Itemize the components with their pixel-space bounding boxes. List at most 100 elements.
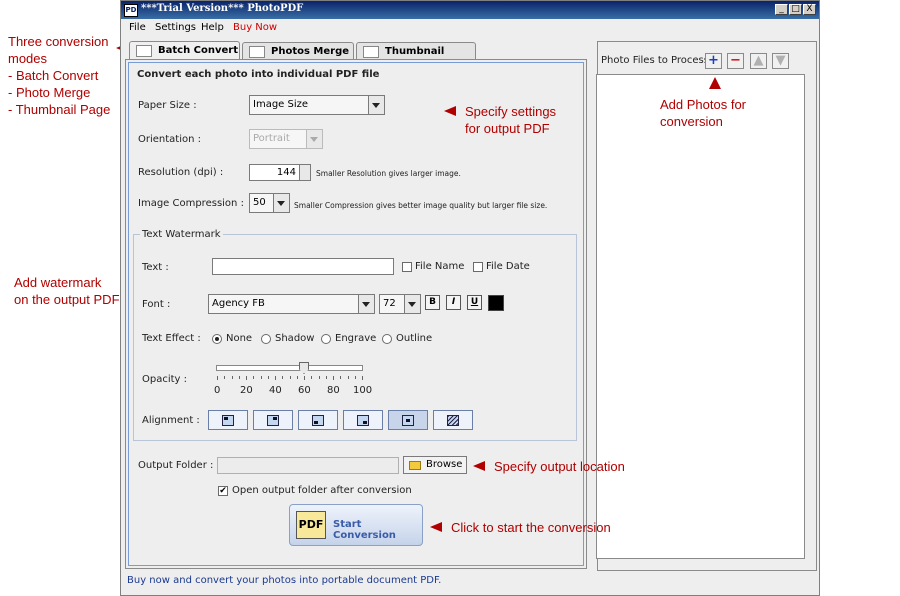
tab-photos-merge[interactable]: Photos Merge — [242, 42, 354, 59]
annotation-settings: Specify settings for output PDF — [465, 103, 556, 137]
browse-button[interactable]: Browse — [403, 456, 467, 474]
font-size-value: 72 — [383, 298, 396, 309]
underline-button[interactable]: U — [467, 295, 482, 310]
orientation-select[interactable]: Portrait — [249, 129, 323, 149]
pdf-icon: PDF — [296, 511, 326, 539]
annotation-line: - Batch Convert — [8, 68, 99, 83]
app-icon: PD — [124, 4, 138, 17]
opacity-slider[interactable] — [212, 360, 368, 400]
bold-button[interactable]: B — [425, 295, 440, 310]
effect-outline-radio[interactable] — [382, 334, 392, 344]
watermark-text-input[interactable] — [212, 258, 394, 275]
file-date-checkbox[interactable] — [473, 262, 483, 272]
file-date-label: File Date — [486, 261, 530, 272]
align-top-left-icon — [222, 415, 234, 426]
slider-tick — [289, 376, 291, 379]
window-title: ***Trial Version*** PhotoPDF — [141, 3, 304, 14]
slider-tick — [260, 376, 262, 379]
maximize-button[interactable]: □ — [789, 4, 802, 15]
chevron-down-icon[interactable] — [368, 96, 384, 114]
align-bottom-left-button[interactable] — [298, 410, 338, 430]
move-down-button[interactable]: ▼ — [772, 53, 789, 69]
thumbnail-page-icon — [363, 46, 379, 58]
tab-batch-convert[interactable]: Batch Convert — [129, 41, 240, 60]
font-select[interactable]: Agency FB — [208, 294, 375, 314]
opacity-tick-label: 80 — [327, 385, 340, 396]
minimize-button[interactable]: _ — [775, 4, 788, 15]
align-top-right-button[interactable] — [253, 410, 293, 430]
opacity-tick-label: 60 — [298, 385, 311, 396]
align-bottom-right-button[interactable] — [343, 410, 383, 430]
remove-photo-button[interactable]: − — [727, 53, 744, 69]
annotation-output: Specify output location — [494, 459, 625, 474]
annotation-line: for output PDF — [465, 121, 550, 136]
chevron-down-icon[interactable] — [306, 130, 322, 148]
chevron-down-icon[interactable] — [273, 194, 289, 212]
annotation-start: Click to start the conversion — [451, 520, 611, 535]
compression-select[interactable]: 50 — [249, 193, 290, 213]
resolution-spinner[interactable]: 144 — [249, 164, 311, 181]
font-size-select[interactable]: 72 — [379, 294, 421, 314]
opacity-tick-label: 0 — [214, 385, 221, 396]
open-folder-checkbox[interactable]: ✔ — [218, 486, 228, 496]
opacity-tick-label: 100 — [353, 385, 373, 396]
slider-tick — [231, 376, 233, 379]
slider-tick — [354, 376, 356, 379]
effect-shadow-radio[interactable] — [261, 334, 271, 344]
menu-bar: File Settings Help Buy Now — [121, 19, 819, 37]
tab-label: Batch Convert — [158, 45, 239, 56]
annotation-watermark: Add watermark on the output PDF — [14, 274, 120, 308]
photo-files-title: Photo Files to Process — [601, 55, 709, 66]
menu-file[interactable]: File — [129, 22, 146, 33]
compression-value: 50 — [253, 197, 266, 208]
slider-tick — [333, 376, 334, 380]
chevron-down-icon[interactable] — [404, 295, 420, 313]
effect-shadow-label: Shadow — [275, 333, 315, 344]
close-button[interactable]: X — [803, 4, 816, 15]
align-tile-button[interactable] — [433, 410, 473, 430]
align-top-right-icon — [267, 415, 279, 426]
file-name-checkbox[interactable] — [402, 262, 412, 272]
photos-merge-icon — [249, 46, 265, 58]
annotation-line: Add watermark — [14, 275, 102, 290]
annotation-line: conversion — [660, 114, 723, 129]
spinner-arrows-icon[interactable] — [299, 165, 310, 180]
annotation-line: Specify settings — [465, 104, 557, 119]
browse-label: Browse — [426, 459, 463, 470]
slider-thumb[interactable] — [299, 362, 309, 374]
folder-icon — [409, 461, 421, 470]
effect-engrave-radio[interactable] — [321, 334, 331, 344]
annotation-arrow-start — [430, 522, 442, 532]
photo-files-list[interactable] — [596, 74, 805, 559]
output-folder-input[interactable] — [217, 457, 399, 474]
output-folder-label: Output Folder : — [138, 460, 214, 471]
annotation-line: on the output PDF — [14, 292, 120, 307]
orientation-label: Orientation : — [138, 134, 202, 145]
menu-help[interactable]: Help — [201, 22, 224, 33]
font-label: Font : — [142, 299, 171, 310]
tab-label: Photos Merge — [271, 46, 350, 57]
align-top-left-button[interactable] — [208, 410, 248, 430]
effect-engrave-label: Engrave — [335, 333, 377, 344]
align-center-button[interactable] — [388, 410, 428, 430]
paper-size-select[interactable]: Image Size — [249, 95, 385, 115]
tab-thumbnail-page[interactable]: Thumbnail Page — [356, 42, 476, 74]
open-folder-label: Open output folder after conversion — [232, 485, 412, 496]
slider-tick — [296, 376, 298, 379]
chevron-down-icon[interactable] — [358, 295, 374, 313]
italic-button[interactable]: I — [446, 295, 461, 310]
menu-buy-now[interactable]: Buy Now — [233, 22, 277, 33]
batch-convert-icon — [136, 45, 152, 57]
menu-settings[interactable]: Settings — [155, 22, 196, 33]
color-swatch[interactable] — [488, 295, 504, 311]
watermark-text-label: Text : — [142, 262, 169, 273]
resolution-value: 144 — [276, 167, 296, 178]
add-photo-button[interactable]: + — [705, 53, 722, 69]
effect-none-radio[interactable] — [212, 334, 222, 344]
start-conversion-button[interactable]: PDF Start Conversion — [289, 504, 423, 546]
move-up-button[interactable]: ▲ — [750, 53, 767, 69]
file-name-label: File Name — [415, 261, 465, 272]
effect-outline-label: Outline — [396, 333, 433, 344]
slider-tick — [238, 376, 240, 379]
title-bar[interactable]: PD ***Trial Version*** PhotoPDF _ □ X — [121, 1, 819, 19]
